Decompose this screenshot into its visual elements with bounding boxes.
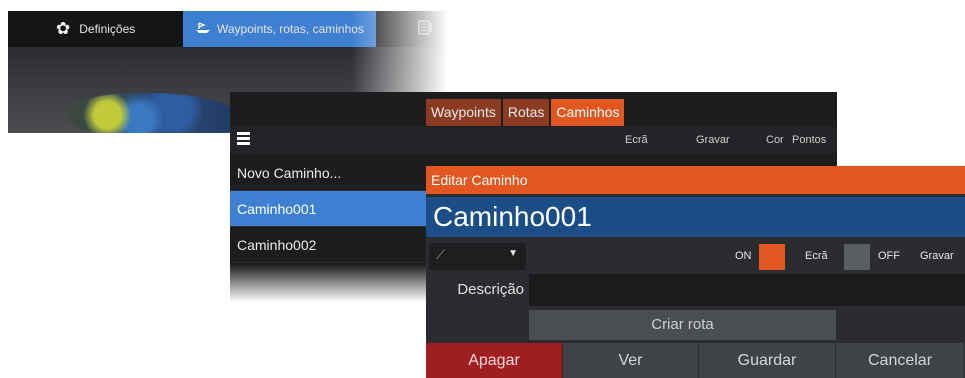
- dialog-title: Editar Caminho: [426, 166, 965, 194]
- display-toggle-state: ON: [735, 250, 752, 262]
- column-points[interactable]: Pontos: [792, 127, 826, 153]
- menu-icon[interactable]: [237, 132, 250, 145]
- boat-icon: [195, 21, 211, 37]
- view-button[interactable]: Ver: [563, 343, 699, 378]
- create-route-button[interactable]: Criar rota: [529, 310, 836, 340]
- description-input[interactable]: [529, 274, 965, 306]
- list-item-new-trail[interactable]: Novo Caminho...: [230, 155, 426, 191]
- column-color[interactable]: Cor: [766, 127, 784, 153]
- list-tabs: Waypoints Rotas Caminhos: [426, 99, 626, 126]
- tab-routes[interactable]: Rotas: [502, 99, 550, 126]
- record-toggle-state: OFF: [878, 250, 900, 262]
- description-label: Descrição: [457, 281, 524, 298]
- main-menubar: ✿ Definições Waypoints, rotas, caminhos: [8, 11, 448, 47]
- line-style-icon: ⟋: [436, 247, 446, 262]
- gear-icon: ✿: [56, 19, 71, 38]
- line-style-dropdown[interactable]: ⟋ ▼: [429, 243, 526, 270]
- dialog-footer: Apagar Ver Guardar Cancelar: [426, 343, 965, 378]
- edit-trail-dialog: Editar Caminho Caminho001 ⟋ ▼ ON Ecrã OF…: [426, 166, 965, 378]
- chart-land-shape: [70, 93, 240, 133]
- delete-button[interactable]: Apagar: [426, 343, 563, 378]
- column-record[interactable]: Gravar: [696, 127, 730, 153]
- menu-item-settings-label: Definições: [79, 22, 136, 36]
- description-row: Descrição: [426, 274, 965, 306]
- tides-icon: [418, 19, 434, 39]
- trail-name-field[interactable]: Caminho001: [426, 197, 965, 237]
- menu-item-settings[interactable]: ✿ Definições: [56, 11, 135, 47]
- list-item-trail[interactable]: Caminho002: [230, 227, 426, 263]
- record-toggle-label: Gravar: [920, 250, 954, 262]
- menu-item-waypoints-routes-trails[interactable]: Waypoints, rotas, caminhos: [183, 11, 376, 47]
- tab-waypoints[interactable]: Waypoints: [426, 99, 501, 126]
- trail-settings-row: ⟋ ▼ ON Ecrã OFF Gravar: [426, 240, 965, 273]
- chevron-down-icon: ▼: [508, 248, 518, 259]
- menu-item-tides[interactable]: [418, 11, 434, 47]
- list-item-trail[interactable]: Caminho001: [230, 191, 426, 227]
- display-toggle-label: Ecrã: [805, 250, 828, 262]
- menu-item-waypoints-label: Waypoints, rotas, caminhos: [217, 22, 364, 36]
- tab-trails[interactable]: Caminhos: [551, 99, 625, 126]
- display-toggle[interactable]: [759, 244, 785, 270]
- list-header: Ecrã Gravar Cor Pontos: [230, 127, 837, 153]
- cancel-button[interactable]: Cancelar: [836, 343, 965, 378]
- record-toggle[interactable]: [844, 244, 870, 270]
- save-button[interactable]: Guardar: [699, 343, 836, 378]
- column-display[interactable]: Ecrã: [625, 127, 648, 153]
